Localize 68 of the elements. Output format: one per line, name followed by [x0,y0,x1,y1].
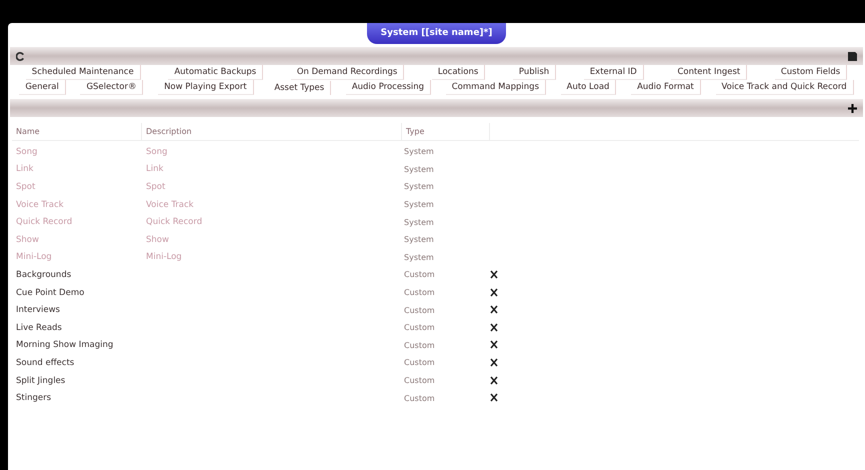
table-cell-text: Backgrounds [15,270,72,280]
column-header[interactable]: Description [142,123,402,140]
table-cell-text: Show [15,234,40,245]
table-cell-text: Link [145,164,164,174]
tab[interactable]: General [19,80,66,95]
table-cell-text: Custom [403,270,436,280]
delete-button[interactable] [490,340,500,350]
delete-button[interactable] [490,288,500,298]
tab[interactable]: Auto Load [560,80,616,95]
table-cell-text: Voice Track [15,200,65,210]
table-cell-text: Spot [145,182,166,192]
table-cell-text: Song [15,146,38,157]
table-cell-text: Interviews [15,305,61,316]
table-cell-text: Sound effects [15,358,76,368]
column-header[interactable]: Name [12,123,142,140]
tab[interactable]: Automatic Backups [168,65,264,80]
tab[interactable]: Audio Processing [346,80,432,95]
tab[interactable]: On Demand Recordings [290,65,404,80]
table-cell-text: Cue Point Demo [15,288,86,298]
tab[interactable]: Custom Fields [774,65,848,80]
table-cell-text: Quick Record [15,217,74,228]
refresh-icon[interactable] [16,52,25,60]
table-cell-text: System [403,164,435,174]
delete-button[interactable] [490,376,500,386]
table-cell-text: Split Jingles [15,376,66,386]
table-cell-text: Show [145,234,170,245]
table-cell-text: Voice Track [145,200,195,210]
table-cell-text: Quick Record [145,217,204,228]
table-cell-text: Stingers [15,393,52,404]
tab[interactable]: Content Ingest [671,65,748,80]
tab[interactable]: Voice Track and Quick Record [716,80,854,95]
delete-button[interactable] [490,270,500,280]
delete-button[interactable] [490,393,500,404]
tab[interactable]: Audio Format [631,80,701,95]
tab[interactable]: Scheduled Maintenance [26,65,141,80]
table-cell-text: Live Reads [15,322,63,333]
table-cell-text: Custom [403,323,436,332]
save-icon[interactable] [848,52,857,60]
tab[interactable]: Locations [432,65,486,80]
tab[interactable]: Command Mappings [446,80,546,95]
table-cell-text: Custom [403,358,436,368]
tab[interactable]: Now Playing Export [158,80,254,95]
plus-icon[interactable] [848,104,857,112]
table-cell-text: System [403,252,435,262]
column-header[interactable]: Type [402,123,490,140]
table-cell-text: System [403,235,435,244]
table-cell-text: Morning Show Imaging [15,340,114,350]
table-cell-text: Custom [403,394,436,403]
table-cell-text: System [403,182,435,192]
table-cell-text: Mini-Log [15,252,53,262]
tab[interactable]: Publish [512,65,556,80]
table-cell-text: System [403,200,435,210]
table-cell-text: Link [15,164,34,174]
table-cell-text: Custom [403,376,436,386]
table-cell-text: System [403,147,435,156]
table-cell-text: Custom [403,288,436,298]
table-cell-text: Mini-Log [145,252,183,262]
table-cell-text: Custom [403,306,436,315]
tab[interactable]: External ID [584,65,644,80]
window-title: System [[site name]*] [366,23,506,44]
delete-button[interactable] [490,322,500,333]
tab[interactable]: GSelector® [80,80,144,95]
table-cell-text: Custom [403,340,436,350]
table-cell-text: Song [145,146,168,157]
delete-button[interactable] [490,358,500,368]
delete-button[interactable] [490,305,500,316]
table-cell-text: Spot [15,182,36,192]
table-cell-text: System [403,218,435,227]
